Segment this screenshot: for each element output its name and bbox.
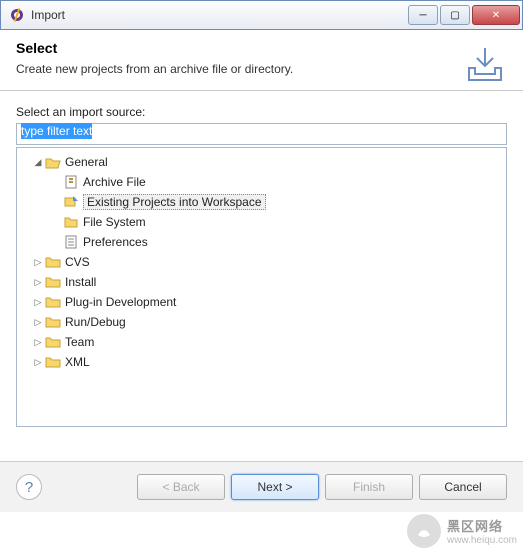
folder-icon bbox=[45, 255, 61, 269]
wizard-content: Select an import source: type filter tex… bbox=[0, 91, 523, 433]
folder-icon bbox=[45, 315, 61, 329]
tree-item-cvs[interactable]: ▷ CVS bbox=[19, 252, 504, 272]
tree-item-filesystem[interactable]: File System bbox=[19, 212, 504, 232]
tree-item-archive[interactable]: Archive File bbox=[19, 172, 504, 192]
wizard-header: Select Create new projects from an archi… bbox=[0, 30, 523, 91]
back-button[interactable]: < Back bbox=[137, 474, 225, 500]
tree-label: File System bbox=[83, 215, 146, 229]
watermark-url: www.heiqu.com bbox=[447, 535, 517, 546]
finish-button[interactable]: Finish bbox=[325, 474, 413, 500]
cancel-button[interactable]: Cancel bbox=[419, 474, 507, 500]
expand-icon[interactable]: ▷ bbox=[31, 315, 45, 329]
watermark: 黑区网络 www.heiqu.com bbox=[407, 514, 517, 548]
maximize-button[interactable]: ▢ bbox=[440, 5, 470, 25]
tree-item-plugin-dev[interactable]: ▷ Plug-in Development bbox=[19, 292, 504, 312]
tree-label: General bbox=[65, 155, 108, 169]
expand-icon[interactable]: ▷ bbox=[31, 295, 45, 309]
watermark-text: 黑区网络 bbox=[447, 516, 517, 535]
expand-icon[interactable]: ▷ bbox=[31, 355, 45, 369]
help-button[interactable]: ? bbox=[16, 474, 42, 500]
tree-label: Preferences bbox=[83, 235, 148, 249]
tree-item-xml[interactable]: ▷ XML bbox=[19, 352, 504, 372]
tree-label: Install bbox=[65, 275, 96, 289]
tree-label: XML bbox=[65, 355, 90, 369]
expand-icon[interactable]: ▷ bbox=[31, 255, 45, 269]
tree-label: Plug-in Development bbox=[65, 295, 176, 309]
tree-label: Run/Debug bbox=[65, 315, 126, 329]
preferences-icon bbox=[63, 235, 79, 249]
filter-input[interactable]: type filter text bbox=[16, 123, 507, 145]
tree-label: Existing Projects into Workspace bbox=[83, 194, 266, 210]
archive-file-icon bbox=[63, 175, 79, 189]
wizard-footer: ? < Back Next > Finish Cancel bbox=[0, 461, 523, 512]
folder-icon bbox=[45, 275, 61, 289]
tree-item-rundebug[interactable]: ▷ Run/Debug bbox=[19, 312, 504, 332]
tree-label: Archive File bbox=[83, 175, 146, 189]
folder-icon bbox=[45, 355, 61, 369]
minimize-button[interactable]: ─ bbox=[408, 5, 438, 25]
page-title: Select bbox=[16, 40, 507, 56]
tree-label: CVS bbox=[65, 255, 90, 269]
tree-item-general[interactable]: ◢ General bbox=[19, 152, 504, 172]
tree-item-team[interactable]: ▷ Team bbox=[19, 332, 504, 352]
folder-icon bbox=[45, 295, 61, 309]
import-source-tree[interactable]: ◢ General Archive File Existing Projects… bbox=[16, 147, 507, 427]
app-icon bbox=[9, 7, 25, 23]
close-button[interactable]: ✕ bbox=[472, 5, 520, 25]
expand-icon[interactable]: ▷ bbox=[31, 275, 45, 289]
folder-icon bbox=[63, 215, 79, 229]
watermark-logo-icon bbox=[407, 514, 441, 548]
expand-icon[interactable]: ▷ bbox=[31, 335, 45, 349]
window-titlebar: Import ─ ▢ ✕ bbox=[0, 0, 523, 30]
projects-icon bbox=[63, 195, 79, 209]
collapse-icon[interactable]: ◢ bbox=[31, 155, 45, 169]
folder-icon bbox=[45, 335, 61, 349]
tree-item-existing-projects[interactable]: Existing Projects into Workspace bbox=[19, 192, 504, 212]
next-button[interactable]: Next > bbox=[231, 474, 319, 500]
source-label: Select an import source: bbox=[16, 105, 507, 119]
tree-item-install[interactable]: ▷ Install bbox=[19, 272, 504, 292]
folder-open-icon bbox=[45, 155, 61, 169]
window-title: Import bbox=[31, 8, 408, 22]
tree-item-preferences[interactable]: Preferences bbox=[19, 232, 504, 252]
import-icon bbox=[463, 42, 507, 86]
tree-label: Team bbox=[65, 335, 94, 349]
page-description: Create new projects from an archive file… bbox=[16, 62, 507, 76]
